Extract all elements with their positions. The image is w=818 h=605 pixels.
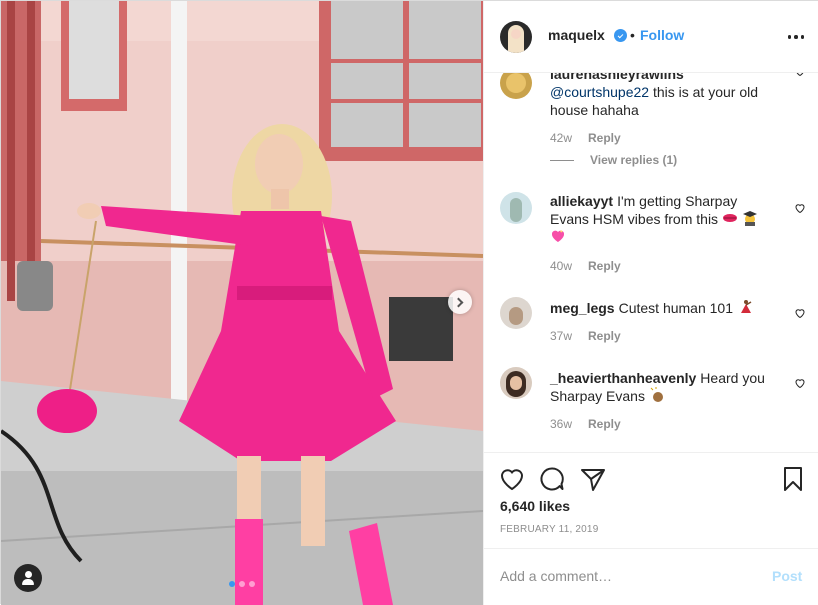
heart-icon[interactable]	[794, 377, 806, 389]
share-icon[interactable]	[579, 465, 607, 493]
comment-meta: 36w Reply	[550, 417, 621, 431]
comment-text: meg_legs Cutest human 101	[550, 299, 775, 317]
heart-icon[interactable]	[794, 202, 806, 214]
user-icon-body	[22, 579, 34, 585]
post-side-panel: maquelx • Follow laurenashleyrawlins @co…	[483, 1, 818, 605]
comment-meta: 42w Reply	[550, 131, 621, 145]
commenter-avatar[interactable]	[500, 73, 532, 99]
post-comment-button[interactable]: Post	[772, 568, 802, 584]
comment-icon[interactable]	[538, 465, 566, 493]
heart-icon[interactable]	[794, 307, 806, 319]
sparkling-heart-emoji	[550, 228, 566, 244]
comment-username[interactable]: meg_legs	[550, 300, 615, 316]
comment-age[interactable]: 37w	[550, 329, 572, 343]
bookmark-icon[interactable]	[779, 465, 807, 493]
add-comment-bar: Post	[484, 548, 818, 604]
author-username[interactable]: maquelx	[548, 27, 605, 43]
lips-emoji	[722, 210, 738, 226]
comment-meta: 40w Reply	[550, 259, 621, 273]
commenter-avatar[interactable]	[500, 192, 532, 224]
comment-username[interactable]: alliekayyt	[550, 193, 613, 209]
reply-button[interactable]: Reply	[588, 259, 621, 273]
replies-line	[550, 159, 574, 161]
author-avatar[interactable]	[500, 21, 532, 53]
avatar-face	[511, 29, 521, 39]
heart-icon[interactable]	[794, 73, 806, 77]
view-replies-button[interactable]: View replies (1)	[550, 153, 677, 167]
comment-input[interactable]	[500, 564, 750, 588]
comment-age[interactable]: 36w	[550, 417, 572, 431]
comment-username[interactable]: laurenashleyrawlins	[550, 73, 684, 82]
likes-count[interactable]: 6,640 likes	[500, 498, 570, 514]
verified-badge-icon	[614, 29, 627, 42]
carousel-dot	[239, 581, 245, 587]
clapping-emoji	[649, 387, 665, 403]
next-photo-button[interactable]	[448, 290, 472, 314]
comment-text: laurenashleyrawlins @courtshupe22 this i…	[550, 73, 775, 119]
comment-age[interactable]: 42w	[550, 131, 572, 145]
post-photo[interactable]	[1, 1, 483, 605]
carousel-dot	[229, 581, 235, 587]
reply-button[interactable]: Reply	[588, 329, 621, 343]
dancer-emoji	[737, 299, 753, 315]
heart-icon[interactable]	[498, 465, 526, 493]
photo-illustration	[1, 1, 483, 605]
commenter-avatar[interactable]	[500, 367, 532, 399]
comment-body: Cutest human 101	[618, 300, 733, 316]
tagged-users-button[interactable]	[14, 564, 42, 592]
header-separator: •	[630, 27, 635, 43]
view-replies-label: View replies (1)	[590, 153, 678, 167]
reply-button[interactable]: Reply	[588, 417, 621, 431]
graduate-emoji	[742, 210, 758, 226]
comment-meta: 37w Reply	[550, 329, 621, 343]
post-header: maquelx • Follow	[484, 1, 818, 73]
post-dialog: maquelx • Follow laurenashleyrawlins @co…	[0, 0, 818, 605]
chevron-right-icon	[453, 297, 464, 307]
comment-mention[interactable]: @courtshupe22	[550, 84, 649, 100]
post-actions	[484, 452, 818, 504]
commenter-avatar[interactable]	[500, 297, 532, 329]
carousel-dot	[249, 581, 255, 587]
comment-text: _heavierthanheavenly Heard you Sharpay Ev…	[550, 369, 775, 405]
reply-button[interactable]: Reply	[588, 131, 621, 145]
comments-list[interactable]: laurenashleyrawlins @courtshupe22 this i…	[484, 73, 818, 452]
post-date[interactable]: February 11, 2019	[500, 524, 598, 535]
comment-age[interactable]: 40w	[550, 259, 572, 273]
carousel-indicator	[229, 581, 255, 587]
comment-text: alliekayyt I'm getting Sharpay Evans HSM …	[550, 192, 775, 246]
more-options-icon[interactable]	[784, 25, 808, 49]
user-icon-head	[24, 571, 32, 578]
follow-button[interactable]: Follow	[640, 27, 684, 43]
comment-username[interactable]: _heavierthanheavenly	[550, 370, 696, 386]
